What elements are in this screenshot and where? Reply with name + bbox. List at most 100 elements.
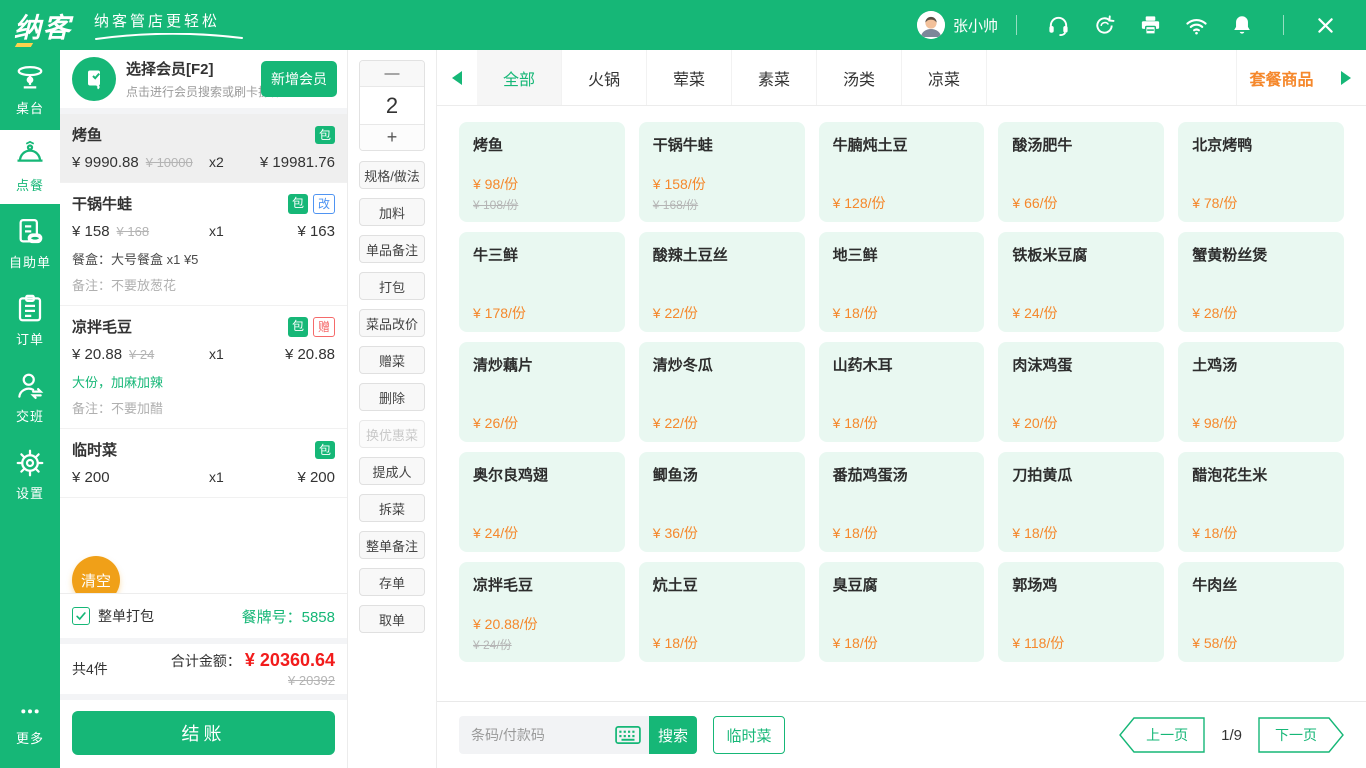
menu-item[interactable]: 牛三鲜¥ 178/份 — [459, 232, 625, 332]
menu-item[interactable]: 铁板米豆腐¥ 24/份 — [998, 232, 1164, 332]
order-item[interactable]: 凉拌毛豆 包 赠 ¥ 20.88 ¥ 24 x1 ¥ 20.88 大份，加麻加辣… — [60, 306, 347, 429]
sidebar-item-tables[interactable]: 桌台 — [0, 53, 60, 127]
right-triangle-icon — [1341, 71, 1351, 85]
sidebar-item-order[interactable]: 点餐 — [0, 130, 60, 204]
menu-item[interactable]: 肉沫鸡蛋¥ 20/份 — [998, 342, 1164, 442]
dish-cloche-icon — [15, 140, 45, 170]
total-amount: ¥ 20360.64 — [245, 650, 335, 671]
order-note-button[interactable]: 整单备注 — [359, 531, 425, 559]
menu-item[interactable]: 酸汤肥牛¥ 66/份 — [998, 122, 1164, 222]
menu-item[interactable]: 鲫鱼汤¥ 36/份 — [639, 452, 805, 552]
menu-item[interactable]: 刀拍黄瓜¥ 18/份 — [998, 452, 1164, 552]
pack-all-checkbox[interactable] — [72, 607, 90, 625]
swap-discount-dish-button: 换优惠菜 — [359, 420, 425, 448]
item-note-button[interactable]: 单品备注 — [359, 235, 425, 263]
tab-hotpot[interactable]: 火锅 — [562, 50, 647, 105]
gear-icon — [15, 448, 45, 478]
menu-item[interactable]: 炕土豆¥ 18/份 — [639, 562, 805, 662]
tab-meat[interactable]: 荤菜 — [647, 50, 732, 105]
gift-dish-button[interactable]: 赠菜 — [359, 346, 425, 374]
add-ingredient-button[interactable]: 加料 — [359, 198, 425, 226]
tab-cold[interactable]: 凉菜 — [902, 50, 987, 105]
clear-order-button[interactable]: 清空 — [72, 556, 120, 593]
split-dish-button[interactable]: 拆菜 — [359, 494, 425, 522]
pack-button[interactable]: 打包 — [359, 272, 425, 300]
order-item-old-price: ¥ 168 — [117, 224, 150, 239]
sync-icon[interactable] — [1092, 13, 1116, 37]
spec-method-button[interactable]: 规格/做法 — [359, 161, 425, 189]
support-headset-icon[interactable] — [1046, 13, 1070, 37]
menu-item[interactable]: 酸辣土豆丝¥ 22/份 — [639, 232, 805, 332]
pack-badge: 包 — [288, 194, 308, 214]
tab-soup[interactable]: 汤类 — [817, 50, 902, 105]
order-item[interactable]: 临时菜 包 ¥ 200 x1 ¥ 200 — [60, 429, 347, 498]
order-item-name: 临时菜 — [72, 439, 117, 460]
menu-item[interactable]: 土鸡汤¥ 98/份 — [1178, 342, 1344, 442]
main-area: 全部 火锅 荤菜 素菜 汤类 凉菜 套餐商品 烤鱼¥ 98/份¥ 108/份 干… — [437, 50, 1366, 768]
menu-item[interactable]: 地三鲜¥ 18/份 — [819, 232, 985, 332]
retrieve-order-button[interactable]: 取单 — [359, 605, 425, 633]
qty-minus-button[interactable]: — — [360, 61, 424, 87]
menu-item[interactable]: 番茄鸡蛋汤¥ 18/份 — [819, 452, 985, 552]
menu-item[interactable]: 奥尔良鸡翅¥ 24/份 — [459, 452, 625, 552]
totals-row: 共4件 合计金额： ¥ 20360.64 ¥ 20392 — [60, 638, 347, 694]
order-item-price: ¥ 20.88 — [72, 346, 122, 363]
order-item-name: 凉拌毛豆 — [72, 316, 132, 337]
wifi-icon[interactable] — [1184, 13, 1208, 37]
topbar-actions: 张小帅 — [917, 11, 1366, 39]
menu-item[interactable]: 醋泡花生米¥ 18/份 — [1178, 452, 1344, 552]
avatar[interactable] — [917, 11, 945, 39]
tabs-scroll-left-button[interactable] — [437, 50, 477, 105]
keyboard-icon[interactable] — [615, 725, 641, 745]
commission-person-button[interactable]: 提成人 — [359, 457, 425, 485]
member-card-icon — [72, 57, 116, 101]
item-count: 共4件 — [72, 659, 108, 679]
tab-all[interactable]: 全部 — [477, 50, 562, 105]
sidebar-item-selforder[interactable]: 自助单 — [0, 207, 60, 281]
order-item[interactable]: 干锅牛蛙 包 改 ¥ 158 ¥ 168 x1 ¥ 163 餐盒：大号餐盒 x1… — [60, 183, 347, 306]
menu-item[interactable]: 牛腩炖土豆¥ 128/份 — [819, 122, 985, 222]
username[interactable]: 张小帅 — [953, 15, 998, 36]
pack-all-label: 整单打包 — [98, 606, 154, 626]
menu-item[interactable]: 烤鱼¥ 98/份¥ 108/份 — [459, 122, 625, 222]
menu-item[interactable]: 山药木耳¥ 18/份 — [819, 342, 985, 442]
prev-page-button[interactable]: 上一页 — [1119, 717, 1205, 753]
sidebar-item-settings[interactable]: 设置 — [0, 438, 60, 512]
barcode-input[interactable] — [471, 727, 615, 743]
menu-item[interactable]: 凉拌毛豆¥ 20.88/份¥ 24/份 — [459, 562, 625, 662]
close-icon[interactable] — [1313, 13, 1337, 37]
search-button[interactable]: 搜索 — [649, 716, 697, 754]
menu-item[interactable]: 北京烤鸭¥ 78/份 — [1178, 122, 1344, 222]
page-indicator: 1/9 — [1221, 727, 1242, 744]
add-member-button[interactable]: 新增会员 — [261, 61, 337, 97]
menu-item[interactable]: 牛肉丝¥ 58/份 — [1178, 562, 1344, 662]
member-select-bar[interactable]: 选择会员[F2] 点击进行会员搜索或刷卡操作 新增会员 — [60, 50, 347, 114]
sidebar-item-orders[interactable]: 订单 — [0, 284, 60, 358]
temp-dish-button[interactable]: 临时菜 — [713, 716, 785, 754]
order-item-total: ¥ 163 — [249, 223, 335, 240]
delete-button[interactable]: 删除 — [359, 383, 425, 411]
order-item[interactable]: 烤鱼 包 ¥ 9990.88 ¥ 10000 x2 ¥ 19981.76 — [60, 114, 347, 183]
tab-combo-products[interactable]: 套餐商品 — [1236, 50, 1326, 105]
category-tabbar: 全部 火锅 荤菜 素菜 汤类 凉菜 套餐商品 — [437, 50, 1366, 106]
sidebar-item-more[interactable]: 更多 — [0, 688, 60, 762]
menu-item[interactable]: 清炒冬瓜¥ 22/份 — [639, 342, 805, 442]
tabs-scroll-right-button[interactable] — [1326, 50, 1366, 105]
next-page-button[interactable]: 下一页 — [1258, 717, 1344, 753]
menu-item[interactable]: 蟹黄粉丝煲¥ 28/份 — [1178, 232, 1344, 332]
printer-icon[interactable] — [1138, 13, 1162, 37]
gift-badge: 赠 — [313, 317, 335, 337]
menu-item[interactable]: 干锅牛蛙¥ 158/份¥ 168/份 — [639, 122, 805, 222]
menu-item[interactable]: 郭场鸡¥ 118/份 — [998, 562, 1164, 662]
menu-item[interactable]: 清炒藕片¥ 26/份 — [459, 342, 625, 442]
sidebar-item-shift[interactable]: 交班 — [0, 361, 60, 435]
logo-text: 纳客 — [14, 6, 72, 45]
menu-item[interactable]: 臭豆腐¥ 18/份 — [819, 562, 985, 662]
change-price-button[interactable]: 菜品改价 — [359, 309, 425, 337]
tab-vegetable[interactable]: 素菜 — [732, 50, 817, 105]
save-order-button[interactable]: 存单 — [359, 568, 425, 596]
checkout-button[interactable]: 结账 — [72, 711, 335, 755]
qty-plus-button[interactable]: + — [360, 124, 424, 150]
bell-icon[interactable] — [1230, 13, 1254, 37]
order-item-name: 烤鱼 — [72, 124, 102, 145]
